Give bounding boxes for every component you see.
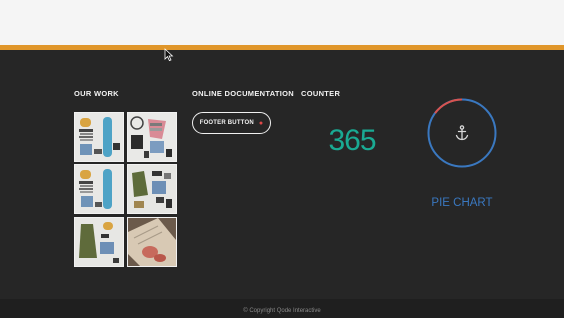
outfit-flatlay-image xyxy=(75,218,123,266)
work-thumbnail-4[interactable] xyxy=(127,164,177,214)
pie-chart-label: PIE CHART xyxy=(431,197,493,209)
footer-button[interactable]: FOOTER BUTTON ● xyxy=(192,112,271,134)
notebook-image xyxy=(128,218,176,266)
outfit-flatlay-image xyxy=(128,113,176,161)
mouse-cursor-icon xyxy=(164,48,174,62)
heading-counter: COUNTER xyxy=(301,89,341,98)
copyright-text: © Copyright Qode Interactive xyxy=(243,308,321,314)
outfit-flatlay-image xyxy=(75,165,123,213)
outfit-flatlay-image xyxy=(128,165,176,213)
heading-our-work: OUR WORK xyxy=(74,89,119,98)
red-dot-icon: ● xyxy=(258,119,264,127)
pie-chart-segment xyxy=(434,98,463,114)
work-thumbnail-3[interactable] xyxy=(74,164,124,214)
counter-value: 365 xyxy=(328,124,376,157)
outfit-flatlay-image xyxy=(75,113,123,161)
work-thumbnail-6[interactable] xyxy=(127,217,177,267)
page-content-area xyxy=(0,0,564,45)
footer-button-label: FOOTER BUTTON xyxy=(199,120,254,126)
work-thumbnail-5[interactable] xyxy=(74,217,124,267)
anchor-icon xyxy=(455,125,469,141)
heading-online-documentation: ONLINE DOCUMENTATION xyxy=(192,89,294,98)
work-thumbnail-2[interactable] xyxy=(127,112,177,162)
work-thumbnail-1[interactable] xyxy=(74,112,124,162)
pie-chart xyxy=(427,98,497,168)
